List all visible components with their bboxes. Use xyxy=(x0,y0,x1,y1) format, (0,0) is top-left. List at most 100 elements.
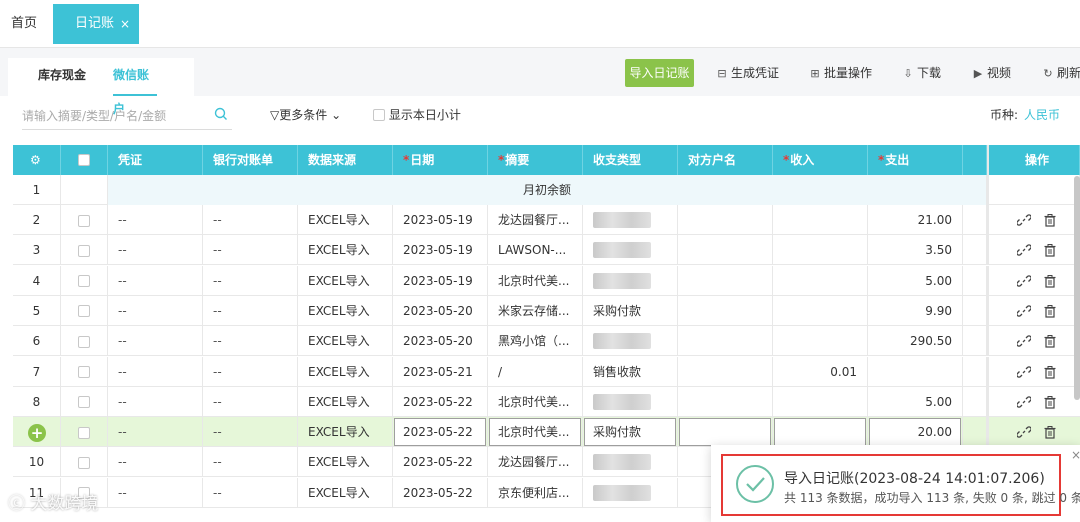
search-input[interactable] xyxy=(22,106,202,126)
cell-type[interactable] xyxy=(583,386,678,417)
delete-icon[interactable] xyxy=(1043,334,1057,348)
cell-summary[interactable]: 北京时代美... xyxy=(488,417,583,448)
cell-summary[interactable]: 龙达园餐厅... xyxy=(488,205,583,235)
link-icon[interactable] xyxy=(1017,213,1031,227)
link-icon[interactable] xyxy=(1017,395,1031,409)
cell-income[interactable] xyxy=(773,265,868,296)
add-row-icon[interactable]: + xyxy=(28,424,46,443)
cell-expense[interactable]: 21.00 xyxy=(868,205,963,235)
cell-counterparty[interactable] xyxy=(678,295,773,326)
cell-type[interactable] xyxy=(583,235,678,266)
row-checkbox[interactable] xyxy=(78,456,90,469)
cell-type[interactable] xyxy=(583,477,678,508)
tab-wechat[interactable]: 微信账户 xyxy=(113,58,157,116)
cell-date[interactable]: 2023-05-19 xyxy=(393,265,488,296)
cell-expense[interactable]: 3.50 xyxy=(868,235,963,266)
cell-summary[interactable]: / xyxy=(488,356,583,387)
inline-editor[interactable] xyxy=(679,418,771,447)
cell-date[interactable]: 2023-05-21 xyxy=(393,356,488,387)
cell-counterparty[interactable] xyxy=(678,417,773,448)
delete-icon[interactable] xyxy=(1043,274,1057,288)
row-checkbox[interactable] xyxy=(78,244,90,257)
delete-icon[interactable] xyxy=(1043,243,1057,257)
inline-editor[interactable] xyxy=(774,418,866,447)
link-icon[interactable] xyxy=(1017,304,1031,318)
select-all-checkbox[interactable] xyxy=(78,154,90,166)
currency-value[interactable]: 人民币 xyxy=(1024,108,1060,122)
table-row[interactable]: 5 -- -- EXCEL导入 2023-05-20 米家云存储... 采购付款 9.90 xyxy=(13,295,1080,326)
cell-date[interactable]: 2023-05-22 xyxy=(393,477,488,508)
cell-summary[interactable]: 黑鸡小馆（... xyxy=(488,326,583,357)
cell-income[interactable] xyxy=(773,295,868,326)
cell-income[interactable] xyxy=(773,235,868,266)
cell-expense[interactable]: 5.00 xyxy=(868,386,963,417)
show-subtotal-checkbox[interactable] xyxy=(373,109,385,121)
row-checkbox[interactable] xyxy=(78,335,90,348)
close-icon[interactable]: × xyxy=(1071,448,1080,462)
cell-date[interactable]: 2023-05-22 xyxy=(393,417,488,448)
cell-counterparty[interactable] xyxy=(678,265,773,296)
link-icon[interactable] xyxy=(1017,274,1031,288)
link-icon[interactable] xyxy=(1017,365,1031,379)
delete-icon[interactable] xyxy=(1043,395,1057,409)
cell-income[interactable] xyxy=(773,386,868,417)
table-row[interactable]: 6 -- -- EXCEL导入 2023-05-20 黑鸡小馆（... 290.50 xyxy=(13,326,1080,357)
cell-date[interactable]: 2023-05-19 xyxy=(393,235,488,266)
show-subtotal-toggle[interactable]: 显示本日小计 xyxy=(373,106,461,123)
cell-income[interactable]: 0.01 xyxy=(773,356,868,387)
table-row[interactable]: + -- -- EXCEL导入 2023-05-22 北京时代美... 采购付款 20.00 xyxy=(13,417,1080,448)
tab-cash[interactable]: 库存现金 xyxy=(38,58,86,96)
cell-summary[interactable]: 京东便利店... xyxy=(488,477,583,508)
cell-expense[interactable]: 20.00 xyxy=(868,417,963,448)
table-row[interactable]: 8 -- -- EXCEL导入 2023-05-22 北京时代美... 5.00 xyxy=(13,386,1080,417)
import-journal-button[interactable]: 导入日记账 xyxy=(625,59,694,87)
delete-icon[interactable] xyxy=(1043,365,1057,379)
table-row[interactable]: 4 -- -- EXCEL导入 2023-05-19 北京时代美... 5.00 xyxy=(13,265,1080,296)
cell-counterparty[interactable] xyxy=(678,356,773,387)
column-settings-icon[interactable]: ⚙ xyxy=(13,145,61,175)
cell-income[interactable] xyxy=(773,205,868,235)
row-checkbox[interactable] xyxy=(78,396,90,409)
cell-date[interactable]: 2023-05-22 xyxy=(393,447,488,478)
table-row[interactable]: 2 -- -- EXCEL导入 2023-05-19 龙达园餐厅... 21.00 xyxy=(13,205,1080,235)
link-icon[interactable] xyxy=(1017,425,1031,439)
cell-summary[interactable]: 米家云存储... xyxy=(488,295,583,326)
link-icon[interactable] xyxy=(1017,334,1031,348)
cell-counterparty[interactable] xyxy=(678,386,773,417)
search-icon[interactable] xyxy=(214,107,228,121)
cell-date[interactable]: 2023-05-20 xyxy=(393,295,488,326)
cell-expense[interactable]: 5.00 xyxy=(868,265,963,296)
cell-income[interactable] xyxy=(773,417,868,448)
vertical-scrollbar[interactable] xyxy=(1074,176,1080,400)
table-row[interactable]: 7 -- -- EXCEL导入 2023-05-21 / 销售收款 0.01 xyxy=(13,356,1080,387)
header-select-all[interactable] xyxy=(61,145,108,175)
row-checkbox[interactable] xyxy=(78,366,90,378)
cell-counterparty[interactable] xyxy=(678,205,773,235)
cell-date[interactable]: 2023-05-20 xyxy=(393,326,488,357)
close-icon[interactable]: × xyxy=(120,4,130,44)
row-checkbox[interactable] xyxy=(78,426,90,439)
delete-icon[interactable] xyxy=(1043,213,1057,227)
cell-type[interactable]: 采购付款 xyxy=(583,417,678,448)
link-icon[interactable] xyxy=(1017,243,1031,257)
currency-selector[interactable]: 币种: 人民币 xyxy=(990,106,1060,123)
tab-journal[interactable]: 日记账 × xyxy=(53,4,139,44)
cell-expense[interactable]: 290.50 xyxy=(868,326,963,357)
cell-type[interactable] xyxy=(583,205,678,235)
cell-counterparty[interactable] xyxy=(678,326,773,357)
cell-type[interactable] xyxy=(583,326,678,357)
row-checkbox[interactable] xyxy=(78,275,90,288)
delete-icon[interactable] xyxy=(1043,425,1057,439)
cell-income[interactable] xyxy=(773,326,868,357)
batch-operation-button[interactable]: ⊞ 批量操作 xyxy=(809,59,872,87)
row-checkbox[interactable] xyxy=(78,214,90,227)
cell-date[interactable]: 2023-05-22 xyxy=(393,386,488,417)
cell-summary[interactable]: 北京时代美... xyxy=(488,386,583,417)
cell-type[interactable] xyxy=(583,265,678,296)
cell-type[interactable]: 销售收款 xyxy=(583,356,678,387)
cell-summary[interactable]: 北京时代美... xyxy=(488,265,583,296)
cell-type[interactable]: 采购付款 xyxy=(583,295,678,326)
cell-type[interactable] xyxy=(583,447,678,478)
tab-home[interactable]: 首页 xyxy=(0,0,48,48)
generate-voucher-button[interactable]: ⊟ 生成凭证 xyxy=(716,59,779,87)
